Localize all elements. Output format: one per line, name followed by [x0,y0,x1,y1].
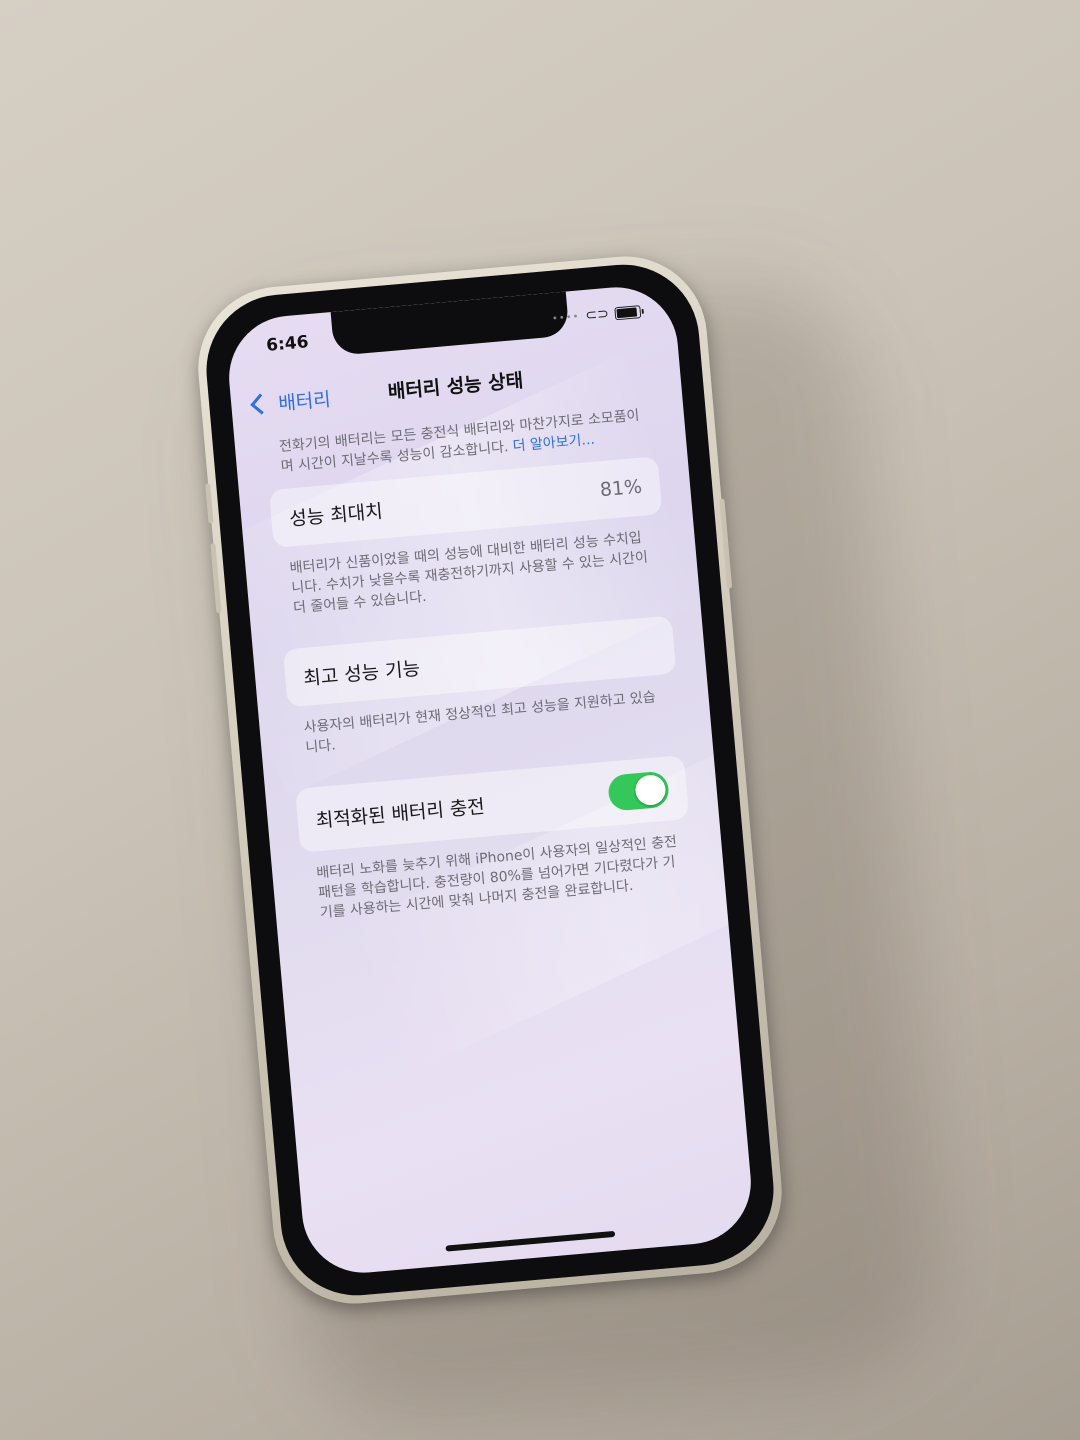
bezel: 6:46 •••• ⊂⊃ 배터리 배터리 성능 상태 전화기의 배터리는 모든 … [200,258,780,1302]
notch [330,291,570,356]
optimized-charging-label: 최적화된 배터리 충전 [314,795,486,832]
screen: 6:46 •••• ⊂⊃ 배터리 배터리 성능 상태 전화기의 배터리는 모든 … [224,282,756,1278]
optimized-charging-toggle[interactable] [607,770,670,812]
volume-button [205,483,214,524]
maximum-capacity-label: 성능 최대치 [288,499,384,530]
link-icon: ⊂⊃ [584,305,610,324]
peak-performance-label: 최고 성능 기능 [302,657,421,690]
volume-button [210,543,222,614]
status-time: 6:46 [265,332,310,356]
battery-icon [614,304,642,320]
settings-content: 전화기의 배터리는 모든 충전식 배터리와 마찬가지로 소모품이며 시간이 지날… [234,402,725,927]
home-indicator[interactable] [445,1230,616,1252]
phone: 6:46 •••• ⊂⊃ 배터리 배터리 성능 상태 전화기의 배터리는 모든 … [191,249,789,1311]
signal-dots-icon: •••• [551,310,580,325]
learn-more-link[interactable]: 더 알아보기... [512,432,595,455]
maximum-capacity-value: 81% [598,475,643,502]
